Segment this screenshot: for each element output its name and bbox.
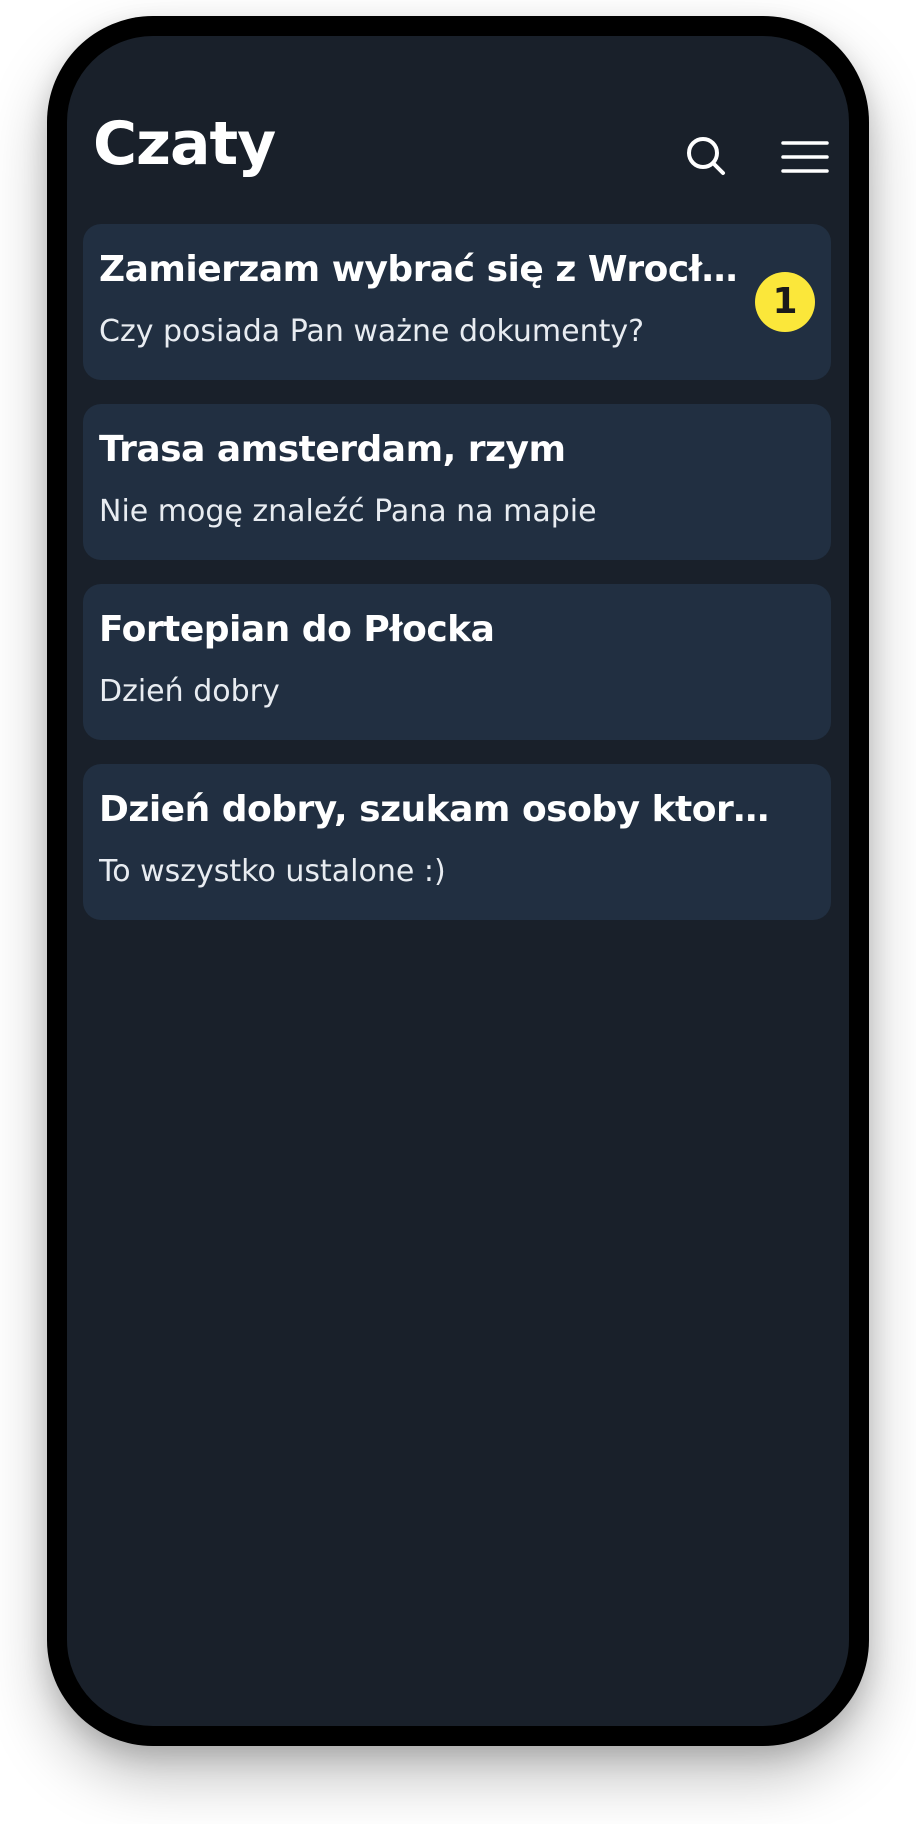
chat-item[interactable]: Fortepian do Płocka Dzień dobry (83, 584, 831, 740)
chat-title: Trasa amsterdam, rzym (99, 429, 566, 470)
app-header: Czaty (67, 36, 849, 206)
phone-frame: Czaty Zamierzam wybrać się z Wrocła… Czy… (47, 16, 869, 1746)
chat-item[interactable]: Zamierzam wybrać się z Wrocła… Czy posia… (83, 224, 831, 380)
chat-preview: Dzień dobry (99, 674, 280, 709)
chat-preview: Czy posiada Pan ważne dokumenty? (99, 314, 645, 349)
page-title: Czaty (93, 109, 276, 179)
search-button[interactable] (679, 129, 735, 185)
app-screen: Czaty Zamierzam wybrać się z Wrocła… Czy… (67, 36, 849, 1726)
chat-title: Zamierzam wybrać się z Wrocła… (99, 249, 739, 290)
search-icon (687, 137, 725, 175)
chat-title: Fortepian do Płocka (99, 609, 495, 650)
chat-title: Dzień dobry, szukam osoby ktora za… (99, 789, 789, 830)
chat-preview: Nie mogę znaleźć Pana na mapie (99, 494, 597, 529)
chat-preview: To wszystko ustalone :) (99, 854, 446, 889)
unread-badge: 1 (755, 272, 815, 332)
chat-item[interactable]: Trasa amsterdam, rzym Nie mogę znaleźć P… (83, 404, 831, 560)
chat-list: Zamierzam wybrać się z Wrocła… Czy posia… (83, 224, 831, 944)
menu-button[interactable] (777, 129, 833, 185)
hamburger-menu-icon (781, 141, 829, 173)
chat-item[interactable]: Dzień dobry, szukam osoby ktora za… To w… (83, 764, 831, 920)
